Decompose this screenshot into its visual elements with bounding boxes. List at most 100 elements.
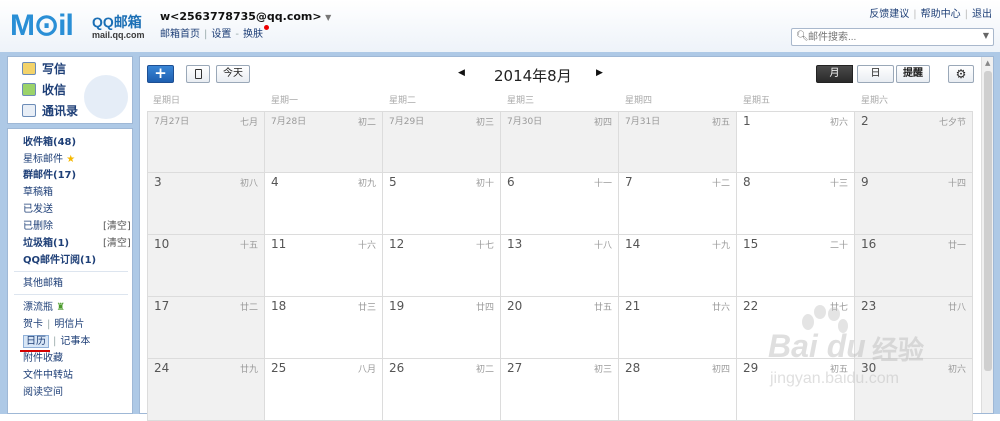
calendar-day-cell[interactable]: 30 初六	[855, 359, 973, 421]
folder-drafts[interactable]: 草稿箱	[23, 186, 53, 200]
lunar-date: 十一	[593, 179, 612, 189]
calendar-day-cell[interactable]: 19 廿四	[383, 297, 501, 359]
calendar-day-cell[interactable]: 7月27日 七月	[147, 111, 265, 173]
receive-mail-button[interactable]: 收信	[22, 81, 66, 99]
calendar-day-cell[interactable]: 1 初六	[737, 111, 855, 173]
mobile-device-button[interactable]	[186, 65, 210, 83]
app-greeting-card[interactable]: 贺卡	[23, 319, 43, 330]
app-postcard[interactable]: 明信片	[54, 319, 84, 330]
month-view-button[interactable]: 月	[816, 65, 853, 83]
prev-month-button[interactable]: ◀	[458, 68, 465, 78]
calendar-day-cell[interactable]: 7月28日 初二	[265, 111, 383, 173]
account-menu[interactable]: w<2563778735@qq.com> ▼	[160, 10, 331, 23]
app-file-transfer[interactable]: 文件中转站	[23, 369, 73, 383]
day-number: 18	[271, 299, 287, 313]
calendar-day-cell[interactable]: 17 廿二	[147, 297, 265, 359]
calendar-day-cell[interactable]: 9 十四	[855, 173, 973, 235]
folder-subscribe[interactable]: QQ邮件订阅(1)	[23, 254, 96, 268]
calendar-day-cell[interactable]: 7 十二	[619, 173, 737, 235]
chevron-down-icon[interactable]: ▼	[325, 13, 331, 22]
link-settings[interactable]: 设置	[211, 29, 231, 40]
link-mail-home[interactable]: 邮箱首页	[160, 29, 200, 40]
day-view-button[interactable]: 日	[857, 65, 894, 83]
calendar-day-cell[interactable]: 16 廿一	[855, 235, 973, 297]
day-number: 7	[625, 175, 633, 189]
clear-deleted-link[interactable]: [清空]	[103, 220, 131, 234]
add-event-button[interactable]: +	[147, 65, 174, 83]
calendar-day-cell[interactable]: 22 廿七	[737, 297, 855, 359]
calendar-day-cell[interactable]: 24 廿九	[147, 359, 265, 421]
app-calendar-notes: 日历 | 记事本	[23, 335, 90, 349]
reminder-view-button[interactable]: 提醒	[896, 65, 930, 83]
calendar-day-cell[interactable]: 4 初九	[265, 173, 383, 235]
mail-search[interactable]: 🔍︎ ▼	[791, 28, 994, 46]
calendar-day-cell[interactable]: 28 初四	[619, 359, 737, 421]
day-number: 20	[507, 299, 523, 313]
calendar-day-cell[interactable]: 26 初二	[383, 359, 501, 421]
link-help[interactable]: 帮助中心	[921, 9, 961, 20]
calendar-day-cell[interactable]: 15 二十	[737, 235, 855, 297]
calendar-day-cell[interactable]: 7月29日 初三	[383, 111, 501, 173]
calendar-day-cell[interactable]: 11 十六	[265, 235, 383, 297]
app-notepad[interactable]: 记事本	[60, 336, 90, 347]
star-icon: ★	[66, 154, 76, 165]
link-skin[interactable]: 换肤	[243, 29, 263, 40]
lunar-date: 初六	[829, 118, 848, 128]
calendar-day-cell[interactable]: 29 初五	[737, 359, 855, 421]
folder-deleted[interactable]: 已删除 [清空]	[23, 220, 131, 234]
calendar-day-cell[interactable]: 2 七夕节	[855, 111, 973, 173]
calendar-day-cell[interactable]: 27 初三	[501, 359, 619, 421]
calendar-day-cell[interactable]: 5 初十	[383, 173, 501, 235]
folder-inbox[interactable]: 收件箱(48)	[23, 136, 76, 150]
calendar-day-cell[interactable]: 7月31日 初五	[619, 111, 737, 173]
scrollbar-thumb[interactable]	[984, 71, 992, 371]
calendar-day-cell[interactable]: 13 十八	[501, 235, 619, 297]
calendar-day-cell[interactable]: 3 初八	[147, 173, 265, 235]
today-button[interactable]: 今天	[216, 65, 250, 83]
compose-panel: 写信 收信 通讯录	[7, 56, 133, 124]
folder-junk[interactable]: 垃圾箱(1) [清空]	[23, 237, 131, 251]
calendar-day-cell[interactable]: 14 十九	[619, 235, 737, 297]
write-mail-button[interactable]: 写信	[22, 60, 66, 78]
scroll-up-icon[interactable]: ▲	[985, 59, 990, 67]
address-book-icon	[22, 104, 36, 117]
calendar-day-cell[interactable]: 10 十五	[147, 235, 265, 297]
app-reading-space[interactable]: 阅读空间	[23, 386, 63, 400]
folder-list: 收件箱(48) 星标邮件 ★ 群邮件(17) 草稿箱 已发送 已删除 [清空] 垃…	[7, 128, 133, 414]
calendar-day-cell[interactable]: 12 十七	[383, 235, 501, 297]
app-attachments[interactable]: 附件收藏	[23, 352, 63, 366]
lunar-date: 十五	[239, 241, 258, 251]
search-icon: 🔍︎	[796, 31, 809, 42]
day-number: 7月31日	[625, 117, 661, 127]
scrollbar[interactable]: ▲	[981, 57, 993, 413]
folder-other-mailbox[interactable]: 其他邮箱	[23, 277, 63, 291]
search-dropdown-icon[interactable]: ▼	[983, 31, 989, 40]
folder-sent[interactable]: 已发送	[23, 203, 53, 217]
account-name: w<2563778735@qq.com>	[160, 10, 322, 23]
app-drift-bottle[interactable]: 漂流瓶 ♜	[23, 301, 65, 315]
next-month-button[interactable]: ▶	[596, 68, 603, 78]
folder-starred[interactable]: 星标邮件 ★	[23, 153, 75, 167]
lunar-date: 廿一	[947, 241, 966, 251]
day-number: 25	[271, 361, 287, 375]
calendar-day-cell[interactable]: 25 八月	[265, 359, 383, 421]
app-calendar[interactable]: 日历	[23, 335, 49, 348]
contacts-button[interactable]: 通讯录	[22, 102, 78, 120]
link-feedback[interactable]: 反馈建议	[869, 9, 909, 20]
calendar-day-cell[interactable]: 18 廿三	[265, 297, 383, 359]
gear-icon[interactable]: ⚙	[948, 65, 974, 83]
calendar-day-cell[interactable]: 6 十一	[501, 173, 619, 235]
lunar-date: 初四	[711, 365, 730, 375]
starred-label: 星标邮件	[23, 154, 63, 165]
calendar-day-cell[interactable]: 20 廿五	[501, 297, 619, 359]
calendar-day-cell[interactable]: 21 廿六	[619, 297, 737, 359]
folder-group[interactable]: 群邮件(17)	[23, 169, 76, 183]
calendar-day-cell[interactable]: 7月30日 初四	[501, 111, 619, 173]
clear-junk-link[interactable]: [清空]	[103, 237, 131, 251]
search-input[interactable]	[808, 30, 976, 44]
calendar-day-cell[interactable]: 23 廿八	[855, 297, 973, 359]
calendar-day-cell[interactable]: 8 十三	[737, 173, 855, 235]
qqmail-logo[interactable]: M⊙il QQ邮箱 mail.qq.com	[6, 6, 156, 46]
pencil-icon	[22, 62, 36, 75]
link-logout[interactable]: 退出	[972, 9, 992, 20]
